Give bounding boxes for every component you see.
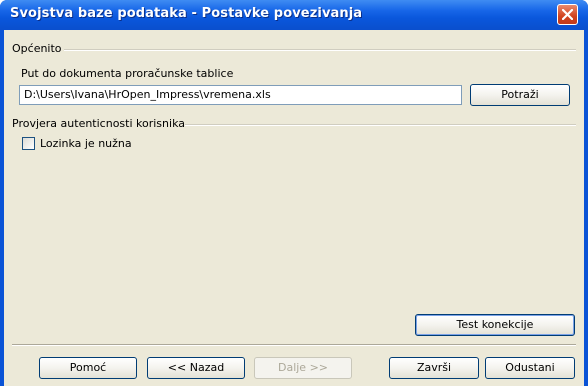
general-heading: Općenito <box>12 42 62 55</box>
close-button[interactable] <box>557 4 578 25</box>
auth-group-line <box>185 124 576 126</box>
next-button[interactable]: Dalje >> <box>254 357 352 379</box>
password-required-checkbox[interactable] <box>22 137 35 150</box>
general-group-line <box>64 49 576 51</box>
footer-separator <box>12 344 576 346</box>
window-title: Svojstva baze podataka - Postavke povezi… <box>10 6 363 21</box>
title-bar[interactable]: Svojstva baze podataka - Postavke povezi… <box>0 0 588 30</box>
back-button[interactable]: << Nazad <box>147 357 245 379</box>
close-icon <box>562 9 573 20</box>
dialog-client-area: Općenito Put do dokumenta proračunske ta… <box>4 30 584 386</box>
help-button[interactable]: Pomoć <box>39 357 137 379</box>
test-connection-button[interactable]: Test konekcije <box>415 314 575 336</box>
cancel-button[interactable]: Odustani <box>485 357 575 379</box>
dialog-window: Svojstva baze podataka - Postavke povezi… <box>0 0 588 386</box>
finish-button[interactable]: Završi <box>389 357 479 379</box>
path-label: Put do dokumenta proračunske tablice <box>21 67 234 80</box>
path-input[interactable]: D:\Users\Ivana\HrOpen_Impress\vremena.xl… <box>19 85 462 105</box>
password-required-label[interactable]: Lozinka je nužna <box>40 137 132 150</box>
browse-button[interactable]: Potraži <box>470 84 570 106</box>
auth-heading: Provjera autenticnosti korisnika <box>12 117 185 130</box>
